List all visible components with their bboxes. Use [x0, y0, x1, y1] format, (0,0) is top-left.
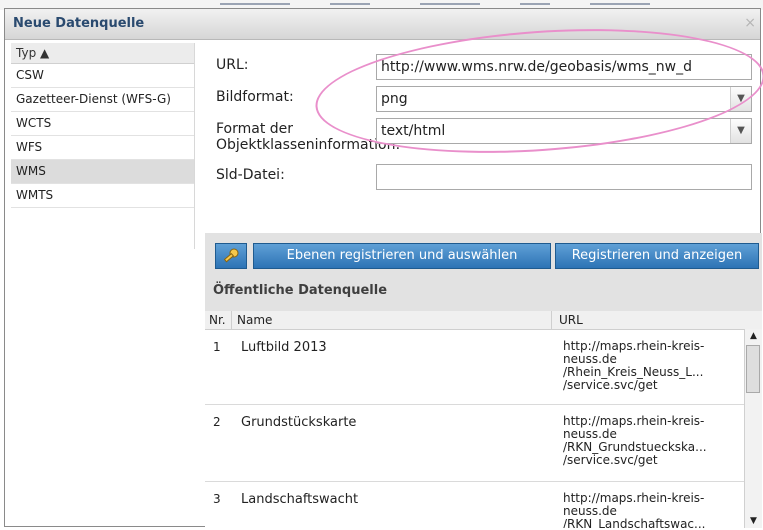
url-label: URL: [216, 57, 249, 73]
table-row[interactable]: 2 Grundstückskarte http://maps.rhein-kre… [205, 405, 745, 482]
new-datasource-dialog: Neue Datenquelle × Typ ▲ CSW Gazetteer-D… [4, 8, 763, 528]
type-list: Typ ▲ CSW Gazetteer-Dienst (WFS-G) WCTS … [11, 43, 195, 249]
image-format-label: Bildformat: [216, 89, 294, 105]
type-column-header[interactable]: Typ ▲ [11, 43, 194, 64]
row-name: Luftbild 2013 [241, 340, 327, 355]
type-item-wcts[interactable]: WCTS [11, 112, 194, 136]
dialog-titlebar[interactable]: Neue Datenquelle × [5, 9, 760, 40]
close-icon[interactable]: × [744, 15, 756, 31]
table-header: Nr. Name URL [205, 311, 762, 330]
datasource-form: URL: http://www.wms.nrw.de/geobasis/wms_… [216, 51, 761, 193]
feature-info-select[interactable]: text/html ▼ [376, 118, 752, 144]
type-item-gazetteer[interactable]: Gazetteer-Dienst (WFS-G) [11, 88, 194, 112]
col-url[interactable]: URL [559, 313, 583, 327]
sld-label: Sld-Datei: [216, 167, 285, 183]
row-name: Landschaftswacht [241, 492, 359, 507]
register-select-button[interactable]: Ebenen registrieren und auswählen [253, 243, 551, 269]
row-url: http://maps.rhein-kreis-neuss.de /RKN_Gr… [563, 414, 707, 467]
action-panel: Ebenen registrieren und auswählen Regist… [205, 233, 762, 528]
col-name[interactable]: Name [237, 313, 272, 327]
row-url: http://maps.rhein-kreis-neuss.de /Rhein_… [563, 339, 705, 392]
table-row[interactable]: 3 Landschaftswacht http://maps.rhein-kre… [205, 482, 745, 529]
row-nr: 3 [213, 492, 221, 506]
table-scrollbar[interactable]: ▲ ▼ [744, 329, 762, 528]
col-nr[interactable]: Nr. [209, 313, 226, 327]
type-item-wmts[interactable]: WMTS [11, 184, 194, 208]
register-show-button[interactable]: Registrieren und anzeigen [555, 243, 759, 269]
public-datasource-title: Öffentliche Datenquelle [213, 283, 388, 298]
scroll-down-icon[interactable]: ▼ [746, 514, 761, 528]
row-nr: 1 [213, 340, 221, 354]
image-format-select[interactable]: png ▼ [376, 86, 752, 112]
sld-input[interactable] [376, 164, 752, 190]
type-item-wms[interactable]: WMS [11, 160, 194, 184]
chevron-down-icon[interactable]: ▼ [730, 119, 751, 143]
row-nr: 2 [213, 415, 221, 429]
url-input[interactable]: http://www.wms.nrw.de/geobasis/wms_nw_d [376, 54, 752, 80]
row-url: http://maps.rhein-kreis-neuss.de /RKN_La… [563, 491, 706, 529]
row-name: Grundstückskarte [241, 415, 357, 430]
type-item-wfs[interactable]: WFS [11, 136, 194, 160]
public-datasource-table: Nr. Name URL 1 Luftbild 2013 http://maps… [205, 311, 762, 528]
type-item-csw[interactable]: CSW [11, 64, 194, 88]
scroll-up-icon[interactable]: ▲ [746, 329, 761, 343]
feature-info-value: text/html [381, 123, 446, 139]
table-row[interactable]: 1 Luftbild 2013 http://maps.rhein-kreis-… [205, 330, 745, 405]
chevron-down-icon[interactable]: ▼ [730, 87, 751, 111]
image-format-value: png [381, 91, 408, 107]
key-button[interactable] [215, 243, 247, 269]
key-icon [223, 248, 239, 263]
scroll-thumb[interactable] [746, 345, 760, 393]
dialog-title: Neue Datenquelle [13, 16, 145, 31]
